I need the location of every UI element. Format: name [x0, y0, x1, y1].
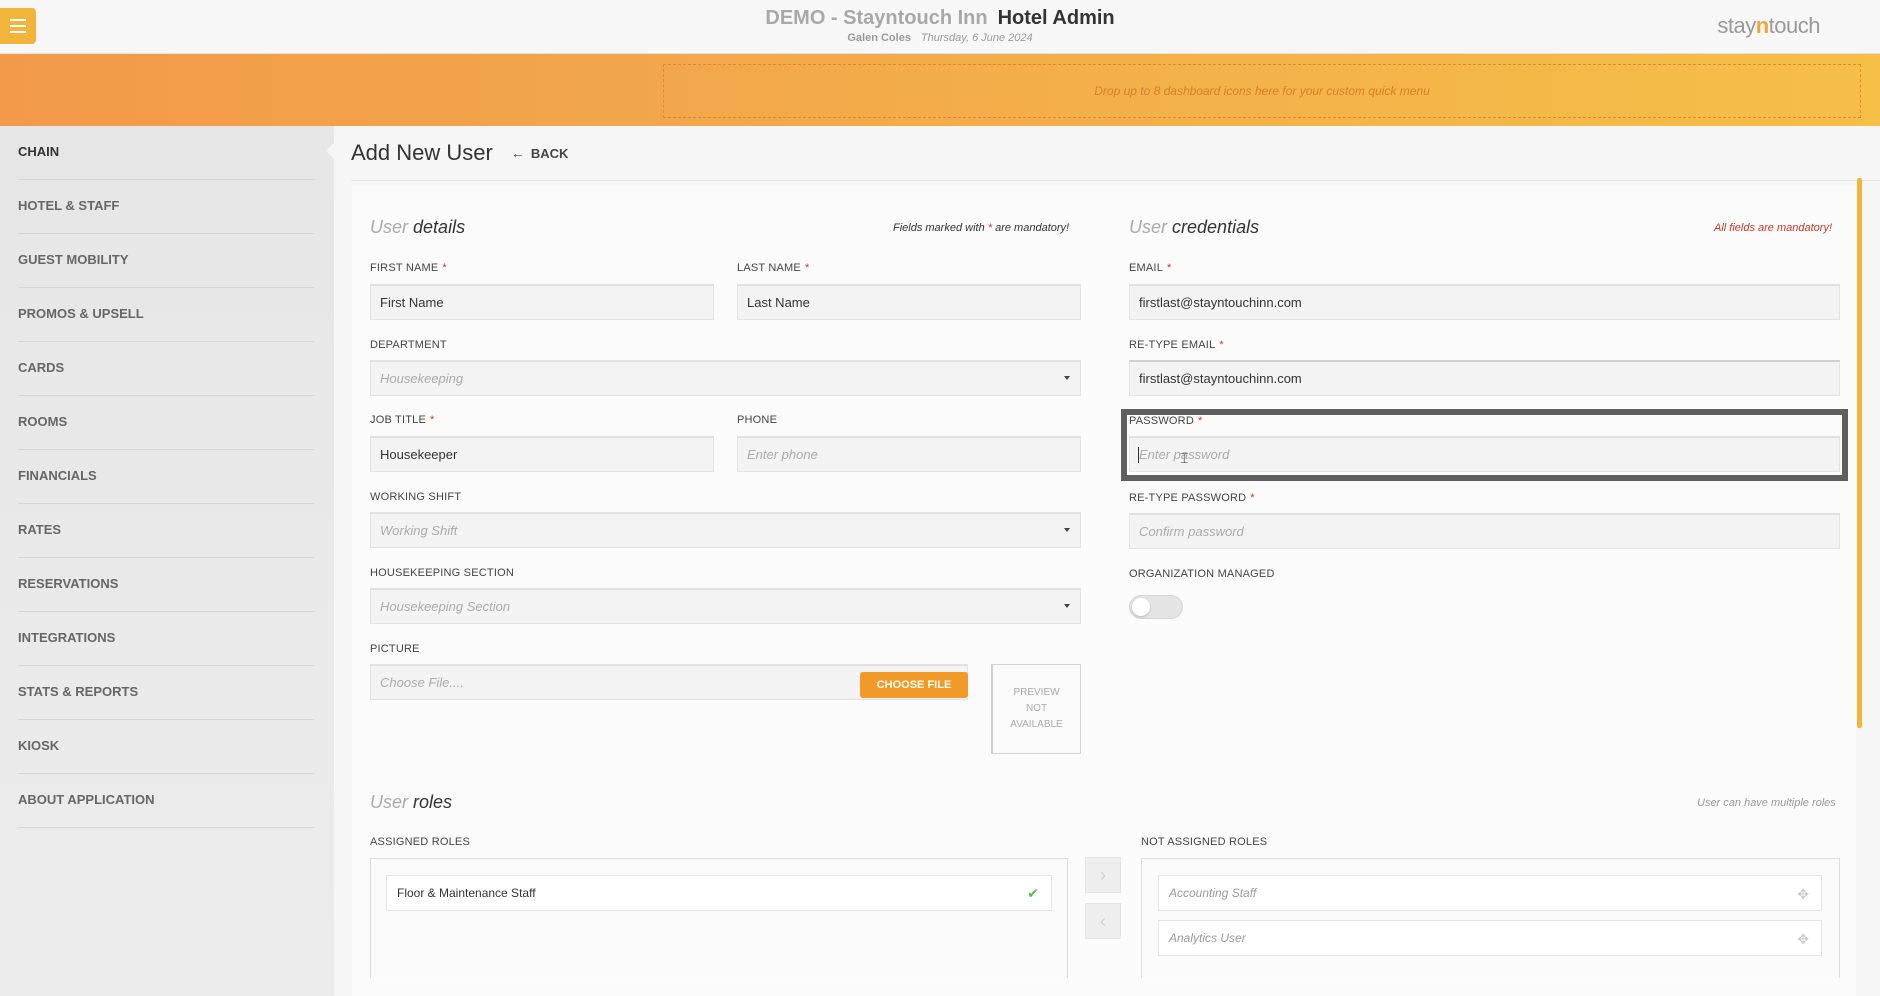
picture-preview: PREVIEW NOT AVAILABLE [991, 664, 1081, 754]
sidebar-item-about[interactable]: About Application [18, 774, 314, 828]
password-label: PASSWORD * [1129, 415, 1203, 427]
hotel-name: DEMO - Stayntouch Inn [765, 7, 988, 29]
retype-password-label: RE-TYPE PASSWORD * [1129, 492, 1255, 504]
last-name-label: LAST NAME * [737, 262, 810, 274]
housekeeping-section-select[interactable]: Housekeeping Section [370, 588, 1081, 624]
assign-role-arrow-button[interactable]: › [1085, 857, 1121, 893]
sidebar-item-cards[interactable]: Cards [18, 342, 314, 396]
retype-email-input[interactable]: firstlast@stayntouchinn.com [1129, 360, 1840, 396]
roles-note: User can have multiple roles [1697, 797, 1836, 809]
sidebar-item-guest-mobility[interactable]: Guest Mobility [18, 234, 314, 288]
sidebar-item-reservations[interactable]: Reservations [18, 558, 314, 612]
current-date: Thursday, 6 June 2024 [920, 32, 1033, 44]
not-assigned-role-item[interactable]: Accounting Staff ✥ [1158, 875, 1822, 911]
current-user: Galen Coles [847, 32, 911, 44]
user-details-title: User details [370, 217, 466, 237]
quick-menu-banner: Drop up to 8 dashboard icons here for yo… [0, 54, 1880, 126]
page-header: Add New User ← BACK [351, 140, 568, 166]
header-title: DEMO - Stayntouch Inn Hotel Admin [0, 7, 1880, 30]
not-assigned-roles-label: NOT ASSIGNED ROLES [1141, 836, 1268, 848]
back-button[interactable]: ← BACK [511, 145, 569, 161]
first-name-input[interactable]: First Name [370, 284, 714, 320]
dashboard-icon-dropzone[interactable]: Drop up to 8 dashboard icons here for yo… [663, 64, 1861, 118]
sidebar-item-hotel-staff[interactable]: Hotel & Staff [18, 180, 314, 234]
toggle-knob [1132, 598, 1150, 616]
department-select[interactable]: Housekeeping [370, 360, 1081, 396]
user-roles-title: User roles [370, 792, 453, 812]
sidebar-item-stats-reports[interactable]: Stats & Reports [18, 666, 314, 720]
last-name-input[interactable]: Last Name [737, 284, 1081, 320]
app-name: Hotel Admin [997, 7, 1115, 29]
chevron-right-icon: › [1100, 864, 1106, 885]
chevron-left-icon: ‹ [1100, 910, 1106, 931]
drag-move-icon: ✥ [1797, 931, 1809, 947]
sidebar-item-rooms[interactable]: Rooms [18, 396, 314, 450]
all-mandatory-note: All fields are mandatory! [1714, 222, 1832, 234]
sidebar-item-kiosk[interactable]: Kiosk [18, 720, 314, 774]
admin-sidebar: Chain Hotel & Staff Guest Mobility Promo… [0, 126, 334, 996]
drag-move-icon: ✥ [1797, 886, 1809, 902]
password-input[interactable]: Enter password [1129, 436, 1840, 472]
unassign-role-arrow-button[interactable]: ‹ [1085, 903, 1121, 939]
header-center: DEMO - Stayntouch Inn Hotel Admin Galen C… [0, 7, 1880, 44]
not-assigned-role-item[interactable]: Analytics User ✥ [1158, 920, 1822, 956]
header-subtitle: Galen Coles Thursday, 6 June 2024 [0, 32, 1880, 44]
text-caret [1138, 447, 1139, 463]
working-shift-select[interactable]: Working Shift [370, 512, 1081, 548]
dropdown-caret-icon [1064, 528, 1070, 532]
job-title-input[interactable]: Housekeeper [370, 436, 714, 472]
email-label: EMAIL * [1129, 262, 1172, 274]
ibeam-cursor-icon: ⌶ [1180, 450, 1189, 466]
dropdown-caret-icon [1064, 604, 1070, 608]
mandatory-note: Fields marked with * are mandatory! [893, 222, 1070, 234]
sidebar-item-chain[interactable]: Chain [18, 126, 314, 180]
sidebar-item-rates[interactable]: Rates [18, 504, 314, 558]
first-name-label: FIRST NAME * [370, 262, 447, 274]
organization-managed-label: ORGANIZATION MANAGED [1129, 568, 1275, 580]
back-label: BACK [530, 145, 569, 161]
sidebar-item-integrations[interactable]: Integrations [18, 612, 314, 666]
retype-password-input[interactable]: Confirm password [1129, 513, 1840, 549]
back-arrow-icon: ← [510, 145, 525, 161]
department-label: DEPARTMENT [370, 339, 447, 351]
assigned-role-item[interactable]: Floor & Maintenance Staff ✔ [386, 875, 1052, 911]
sidebar-item-promos-upsell[interactable]: Promos & Upsell [18, 288, 314, 342]
dropdown-caret-icon [1064, 376, 1070, 380]
email-input[interactable]: firstlast@stayntouchinn.com [1129, 284, 1840, 320]
stayntouch-logo: stayntouch [1717, 13, 1820, 38]
organization-managed-toggle[interactable] [1129, 595, 1183, 619]
housekeeping-section-label: HOUSEKEEPING SECTION [370, 567, 514, 579]
sidebar-item-financials[interactable]: Financials [18, 450, 314, 504]
top-header: DEMO - Stayntouch Inn Hotel Admin Galen C… [0, 0, 1880, 54]
working-shift-label: WORKING SHIFT [370, 491, 462, 503]
header-divider [351, 180, 1880, 181]
retype-email-label: RE-TYPE EMAIL * [1129, 339, 1224, 351]
assigned-roles-label: ASSIGNED ROLES [370, 836, 470, 848]
picture-label: PICTURE [370, 643, 420, 655]
user-credentials-title: User credentials [1129, 217, 1260, 237]
job-title-label: JOB TITLE * [370, 414, 435, 426]
choose-file-button[interactable]: CHOOSE FILE [860, 672, 968, 698]
phone-label: PHONE [737, 414, 778, 426]
checkmark-icon: ✔ [1027, 885, 1039, 901]
phone-input[interactable]: Enter phone [737, 436, 1081, 472]
page-title: Add New User [351, 140, 493, 165]
scrollbar[interactable] [1857, 178, 1862, 728]
